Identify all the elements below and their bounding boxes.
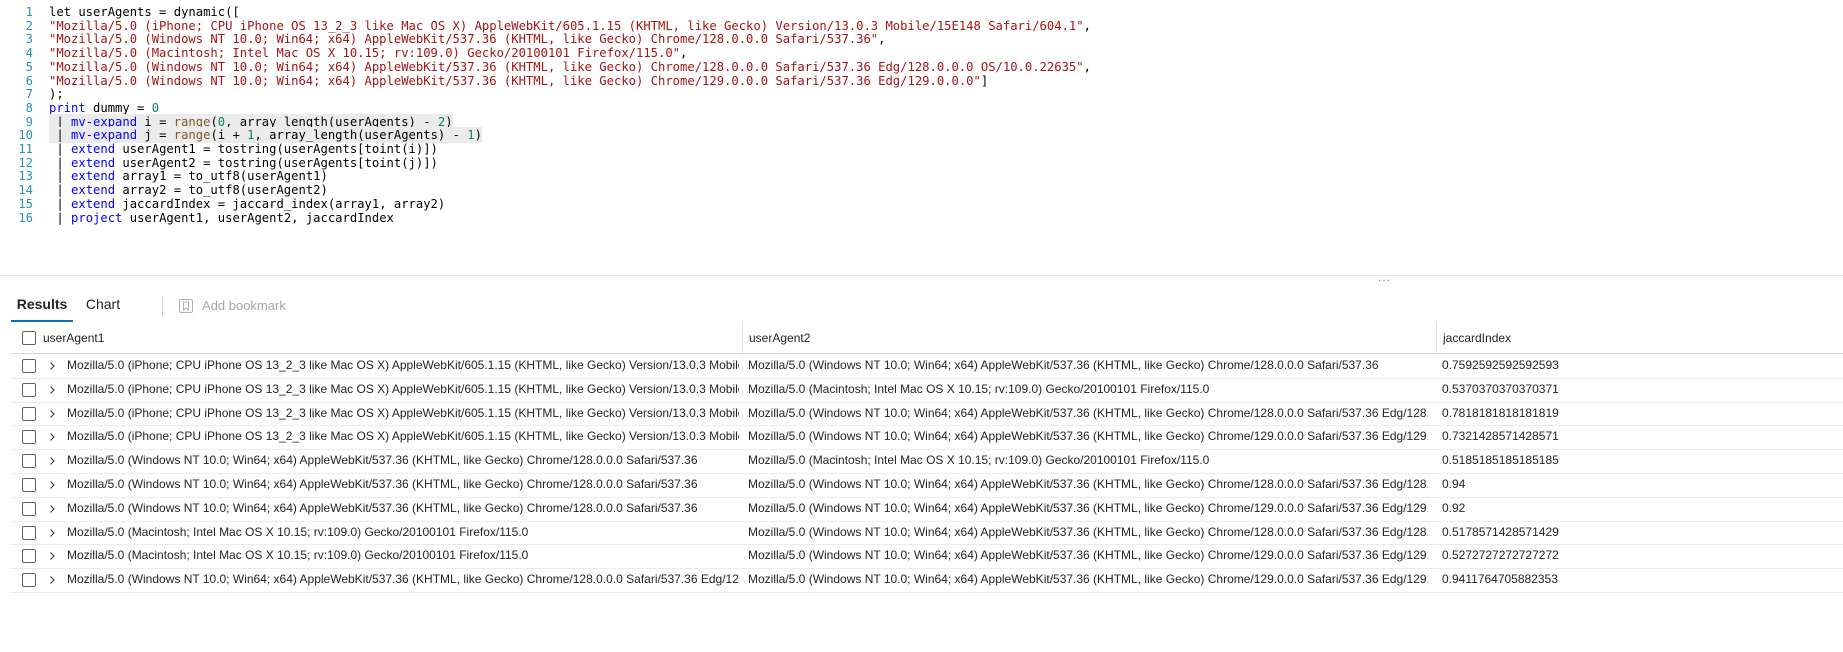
cell-jaccardindex[interactable]: 0.7818181818181819 (1442, 402, 1842, 426)
row-checkbox[interactable] (22, 406, 36, 421)
tab-results-label: Results (16, 296, 68, 312)
chevron-right-icon[interactable] (47, 504, 57, 514)
chevron-right-icon[interactable] (47, 432, 57, 442)
row-checkbox[interactable] (22, 501, 36, 516)
tab-results[interactable]: Results (11, 288, 73, 322)
cell-useragent1[interactable]: Mozilla/5.0 (Macintosh; Intel Mac OS X 1… (67, 544, 739, 568)
row-checkbox[interactable] (22, 454, 36, 469)
code-token: | (49, 210, 72, 225)
cell-useragent1[interactable]: Mozilla/5.0 (iPhone; CPU iPhone OS 13_2_… (67, 425, 739, 449)
table-row[interactable]: Mozilla/5.0 (Macintosh; Intel Mac OS X 1… (11, 521, 1843, 546)
cell-useragent2[interactable]: Mozilla/5.0 (Windows NT 10.0; Win64; x64… (748, 544, 1428, 568)
table-row[interactable]: Mozilla/5.0 (iPhone; CPU iPhone OS 13_2_… (11, 425, 1843, 451)
column-header-jaccardindex[interactable]: jaccardIndex (1436, 323, 1838, 353)
cell-useragent1[interactable]: Mozilla/5.0 (Windows NT 10.0; Win64; x64… (67, 473, 739, 497)
row-checkbox[interactable] (22, 549, 36, 564)
cell-useragent2[interactable]: Mozilla/5.0 (Windows NT 10.0; Win64; x64… (748, 425, 1428, 449)
code-token: project (71, 210, 123, 225)
cell-jaccardindex[interactable]: 0.5178571428571429 (1442, 521, 1842, 545)
row-checkbox[interactable] (22, 382, 36, 397)
row-checkbox[interactable] (22, 430, 36, 445)
code-line: 16 | project userAgent1, userAgent2, jac… (0, 210, 1843, 226)
column-header-useragent1[interactable]: userAgent1 (43, 323, 733, 353)
tab-chart-label: Chart (85, 296, 121, 312)
cell-useragent2[interactable]: Mozilla/5.0 (Windows NT 10.0; Win64; x64… (748, 354, 1428, 378)
chevron-right-icon[interactable] (47, 385, 57, 395)
table-row[interactable]: Mozilla/5.0 (Windows NT 10.0; Win64; x64… (11, 449, 1843, 474)
column-header-label: jaccardIndex (1443, 331, 1512, 345)
column-header-label: userAgent1 (43, 331, 105, 345)
code-token: userAgent1, userAgent2, jaccardIndex (122, 210, 394, 225)
cell-useragent1[interactable]: Mozilla/5.0 (iPhone; CPU iPhone OS 13_2_… (67, 378, 739, 402)
cell-useragent1[interactable]: Mozilla/5.0 (iPhone; CPU iPhone OS 13_2_… (67, 354, 739, 378)
cell-useragent1[interactable]: Mozilla/5.0 (Windows NT 10.0; Win64; x64… (67, 568, 739, 592)
line-number: 16 (18, 210, 33, 225)
cell-useragent2[interactable]: Mozilla/5.0 (Windows NT 10.0; Win64; x64… (748, 402, 1428, 426)
row-checkbox[interactable] (22, 359, 36, 373)
bookmark-icon (179, 299, 193, 313)
row-checkbox[interactable] (22, 573, 36, 588)
table-row[interactable]: Mozilla/5.0 (iPhone; CPU iPhone OS 13_2_… (11, 354, 1843, 379)
chevron-right-icon[interactable] (47, 575, 57, 585)
cell-jaccardindex[interactable]: 0.5370370370370371 (1442, 378, 1842, 402)
column-header-useragent2[interactable]: userAgent2 (742, 323, 1439, 353)
chevron-right-icon[interactable] (47, 551, 57, 561)
row-checkbox[interactable] (22, 478, 36, 492)
chevron-right-icon[interactable] (47, 528, 57, 538)
cell-useragent2[interactable]: Mozilla/5.0 (Windows NT 10.0; Win64; x64… (748, 497, 1428, 521)
cell-useragent1[interactable]: Mozilla/5.0 (Windows NT 10.0; Win64; x64… (67, 497, 739, 521)
cell-useragent1[interactable]: Mozilla/5.0 (Macintosh; Intel Mac OS X 1… (67, 521, 739, 545)
cell-jaccardindex[interactable]: 0.94 (1442, 473, 1842, 497)
chevron-right-icon[interactable] (47, 361, 57, 371)
splitter-handle-icon[interactable]: ... (1378, 271, 1391, 283)
column-header-label: userAgent2 (749, 331, 811, 345)
cell-useragent2[interactable]: Mozilla/5.0 (Macintosh; Intel Mac OS X 1… (748, 378, 1428, 402)
chevron-right-icon[interactable] (47, 456, 57, 466)
add-bookmark-label: Add bookmark (202, 298, 286, 313)
row-checkbox[interactable] (22, 525, 36, 540)
table-row[interactable]: Mozilla/5.0 (Windows NT 10.0; Win64; x64… (11, 568, 1843, 593)
pane-splitter[interactable] (0, 275, 1843, 282)
cell-jaccardindex[interactable]: 0.92 (1442, 497, 1842, 521)
table-row[interactable]: Mozilla/5.0 (iPhone; CPU iPhone OS 13_2_… (11, 378, 1843, 403)
cell-useragent1[interactable]: Mozilla/5.0 (iPhone; CPU iPhone OS 13_2_… (67, 402, 739, 426)
table-row[interactable]: Mozilla/5.0 (Macintosh; Intel Mac OS X 1… (11, 544, 1843, 570)
chevron-right-icon[interactable] (47, 409, 57, 419)
cell-jaccardindex[interactable]: 0.7321428571428571 (1442, 425, 1842, 449)
cell-useragent2[interactable]: Mozilla/5.0 (Windows NT 10.0; Win64; x64… (748, 568, 1428, 592)
cell-useragent2[interactable]: Mozilla/5.0 (Windows NT 10.0; Win64; x64… (748, 521, 1428, 545)
cell-useragent2[interactable]: Mozilla/5.0 (Windows NT 10.0; Win64; x64… (748, 473, 1428, 497)
chevron-right-icon[interactable] (47, 480, 57, 490)
cell-useragent1[interactable]: Mozilla/5.0 (Windows NT 10.0; Win64; x64… (67, 449, 739, 473)
tab-divider (162, 296, 163, 316)
table-row[interactable]: Mozilla/5.0 (Windows NT 10.0; Win64; x64… (11, 473, 1843, 498)
cell-jaccardindex[interactable]: 0.9411764705882353 (1442, 568, 1842, 592)
select-all-checkbox[interactable] (22, 331, 36, 345)
table-row[interactable]: Mozilla/5.0 (iPhone; CPU iPhone OS 13_2_… (11, 402, 1843, 427)
grid-header: userAgent1 userAgent2 jaccardIndex (11, 323, 1843, 354)
line-code: | project userAgent1, userAgent2, jaccar… (49, 210, 394, 226)
cell-useragent2[interactable]: Mozilla/5.0 (Macintosh; Intel Mac OS X 1… (748, 449, 1428, 473)
table-row[interactable]: Mozilla/5.0 (Windows NT 10.0; Win64; x64… (11, 497, 1843, 522)
query-editor[interactable]: 1 let userAgents = dynamic([2 "Mozilla/5.0… (0, 0, 1843, 275)
tab-chart[interactable]: Chart (77, 288, 129, 322)
cell-jaccardindex[interactable]: 0.5272727272727272 (1442, 544, 1842, 568)
cell-jaccardindex[interactable]: 0.7592592592592593 (1442, 354, 1842, 378)
cell-jaccardindex[interactable]: 0.5185185185185185 (1442, 449, 1842, 473)
